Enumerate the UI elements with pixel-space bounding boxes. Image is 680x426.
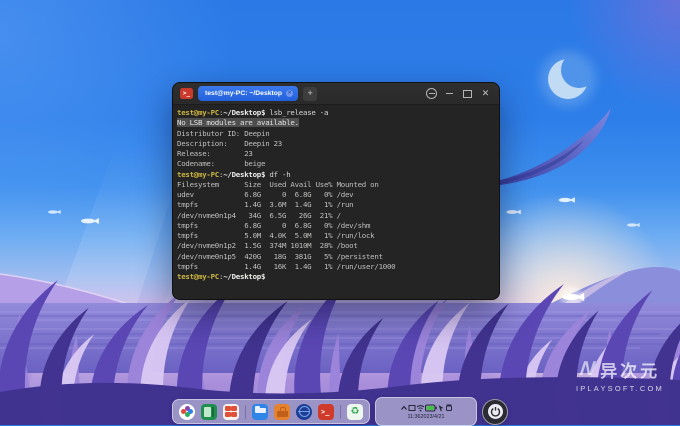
- terminal-output[interactable]: test@my-PC:~/Desktop$ lsb_release -aNo L…: [173, 105, 499, 285]
- terminal-line: /dev/nvme0n1p4 34G 6.5G 26G 21% /: [177, 211, 495, 221]
- toolbox-icon[interactable]: [274, 404, 290, 420]
- tab-close-icon[interactable]: ✕: [286, 90, 293, 97]
- window-menu-button[interactable]: [425, 87, 438, 100]
- terminal-line: Codename: beige: [177, 159, 495, 169]
- power-button[interactable]: [482, 399, 508, 425]
- file-manager-icon[interactable]: [252, 404, 268, 420]
- app-grid-icon[interactable]: [223, 404, 239, 420]
- terminal-line: Description: Deepin 23: [177, 139, 495, 149]
- tray-date[interactable]: 2023/4/21: [421, 414, 445, 420]
- dock-separator: [245, 405, 246, 419]
- terminal-line: /dev/nvme0n1p5 420G 18G 381G 5% /persist…: [177, 252, 495, 262]
- trash-icon[interactable]: ♻: [347, 404, 363, 420]
- terminal-line: tmpfs 5.0M 4.0K 5.0M 1% /run/lock: [177, 231, 495, 241]
- cursor-icon[interactable]: [437, 404, 445, 412]
- dock-apps: >_ ♻: [172, 399, 370, 424]
- terminal-app-icon: >_: [180, 88, 193, 99]
- watermark-site: IPLAYSOFT.COM: [576, 384, 664, 393]
- expand-icon[interactable]: [400, 404, 408, 412]
- terminal-line: tmpfs 1.4G 3.6M 1.4G 1% /run: [177, 200, 495, 210]
- terminal-titlebar[interactable]: >_ test@my-PC: ~/Desktop ✕ + ✕: [173, 83, 499, 105]
- disk-icon[interactable]: [445, 404, 453, 412]
- terminal-line: No LSB modules are available.: [177, 118, 495, 128]
- moon-icon: [540, 51, 596, 107]
- minimize-icon: [446, 93, 453, 94]
- circle-minus-icon: [426, 88, 437, 99]
- terminal-line: /dev/nvme0n1p2 1.5G 374M 1010M 28% /boot: [177, 241, 495, 251]
- battery-icon[interactable]: [425, 404, 437, 412]
- watermark: N 异次元 IPLAYSOFT.COM: [576, 357, 664, 393]
- terminal-line: test@my-PC:~/Desktop$ lsb_release -a: [177, 108, 495, 118]
- screen-capture-icon[interactable]: [408, 404, 416, 412]
- terminal-line: tmpfs 6.8G 0 6.8G 0% /dev/shm: [177, 221, 495, 231]
- terminal-tab[interactable]: test@my-PC: ~/Desktop ✕: [198, 86, 298, 101]
- desktop: { "window": { "app": "deepin-terminal", …: [0, 0, 680, 425]
- tab-title: test@my-PC: ~/Desktop: [205, 90, 282, 97]
- wifi-icon[interactable]: [416, 404, 425, 412]
- terminal-line: Distributor ID: Deepin: [177, 129, 495, 139]
- close-icon: ✕: [482, 89, 490, 98]
- terminal-dock-icon[interactable]: >_: [318, 404, 334, 420]
- maximize-icon: [463, 90, 472, 98]
- watermark-logo: N: [578, 358, 596, 381]
- system-tray: 11:36 2023/4/21: [375, 397, 477, 426]
- terminal-line: Filesystem Size Used Avail Use% Mounted …: [177, 180, 495, 190]
- browser-icon[interactable]: [296, 404, 312, 420]
- launcher-icon[interactable]: [179, 404, 195, 420]
- power-icon: [488, 404, 503, 419]
- terminal-line: udev 6.8G 0 6.8G 0% /dev: [177, 190, 495, 200]
- tray-time[interactable]: 11:36: [407, 414, 420, 420]
- maximize-button[interactable]: [461, 87, 474, 100]
- terminal-window: >_ test@my-PC: ~/Desktop ✕ + ✕ test@my-P…: [172, 82, 500, 300]
- close-button[interactable]: ✕: [479, 87, 492, 100]
- watermark-brand: 异次元: [600, 357, 660, 382]
- terminal-line: tmpfs 1.4G 16K 1.4G 1% /run/user/1000: [177, 262, 495, 272]
- minimize-button[interactable]: [443, 87, 456, 100]
- terminal-line: Release: 23: [177, 149, 495, 159]
- whale-tail: [492, 108, 611, 186]
- terminal-line: test@my-PC:~/Desktop$: [177, 272, 495, 282]
- new-tab-button[interactable]: +: [303, 87, 317, 101]
- dock-separator: [340, 405, 341, 419]
- dock: >_ ♻ 11:36 2023/4/21: [0, 399, 680, 424]
- manual-icon[interactable]: [201, 404, 217, 420]
- terminal-line: test@my-PC:~/Desktop$ df -h: [177, 170, 495, 180]
